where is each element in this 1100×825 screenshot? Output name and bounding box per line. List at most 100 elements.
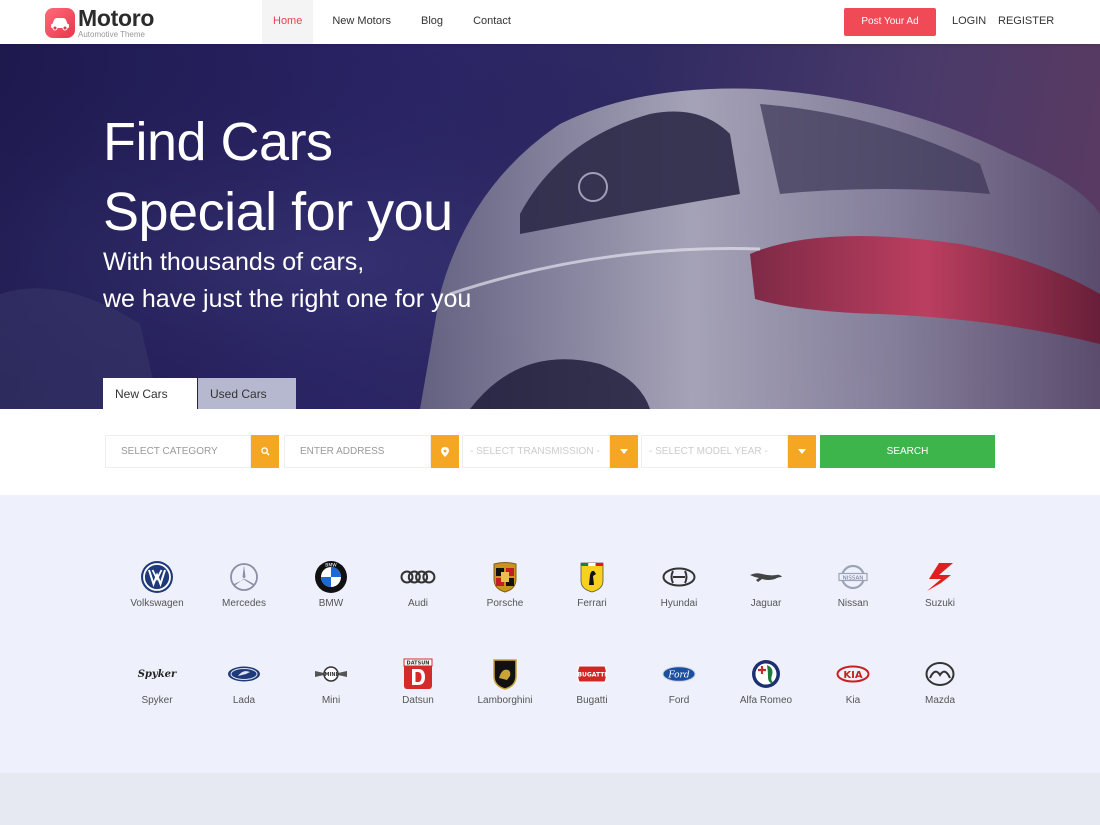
svg-text:KIA: KIA [843, 670, 862, 681]
brand-kia[interactable]: KIA Kia [813, 656, 893, 706]
hero-title-line-2: Special for you [103, 182, 453, 242]
tab-new-cars[interactable]: New Cars [103, 378, 197, 409]
logo-tagline: Automotive Theme [78, 30, 145, 39]
category-select[interactable]: SELECT CATEGORY [105, 435, 251, 468]
post-ad-button[interactable]: Post Your Ad [844, 8, 936, 36]
search-icon [260, 447, 270, 456]
svg-text:BUGATTI: BUGATTI [577, 672, 606, 679]
brand-name: Jaguar [750, 598, 782, 609]
hero-subtitle-line-2: we have just the right one for you [103, 285, 472, 313]
brand-grid: Volkswagen Mercedes BMW BMW Audi Porsche… [0, 495, 1100, 773]
brand-name: Spyker [141, 695, 173, 706]
brand-mini[interactable]: MINI Mini [291, 656, 371, 706]
svg-text:NISSAN: NISSAN [843, 575, 864, 581]
mazda-logo-icon [925, 662, 955, 686]
volkswagen-logo-icon [141, 561, 173, 593]
kia-logo-icon: KIA [836, 665, 870, 683]
search-tabs: New Cars Used Cars [103, 378, 296, 409]
brand-bugatti[interactable]: BUGATTI Bugatti [552, 656, 632, 706]
nav-new-motors[interactable]: New Motors [321, 0, 402, 44]
datsun-logo-icon: DATSUN [403, 658, 433, 689]
brand-name: Volkswagen [130, 598, 184, 609]
hero-subtitle: With thousands of cars, we have just the… [103, 244, 471, 318]
brand-name: Ford [668, 695, 690, 706]
audi-logo-icon [400, 570, 436, 584]
transmission-dropdown-toggle[interactable] [610, 435, 638, 468]
hero-banner: Find Cars Special for you With thousands… [0, 44, 1100, 409]
suzuki-logo-icon [927, 563, 953, 591]
brand-ford[interactable]: Ford Ford [639, 656, 719, 706]
brand-jaguar[interactable]: Jaguar [726, 559, 806, 609]
login-link[interactable]: LOGIN [952, 15, 986, 27]
brand-name: Kia [845, 695, 861, 706]
chevron-down-icon [620, 449, 628, 454]
hero-title: Find Cars Special for you [103, 107, 453, 247]
search-form: SELECT CATEGORY ENTER ADDRESS - SELECT T… [0, 409, 1100, 495]
ford-logo-icon: Ford [662, 666, 696, 682]
brand-name: Datsun [402, 695, 434, 706]
svg-text:MINI: MINI [325, 672, 338, 678]
car-logo-icon [45, 8, 75, 38]
brand-audi[interactable]: Audi [378, 559, 458, 609]
brand-ferrari[interactable]: Ferrari [552, 559, 632, 609]
tab-used-cars[interactable]: Used Cars [198, 378, 296, 409]
brand-name: Alfa Romeo [739, 695, 793, 706]
brand-nissan[interactable]: NISSAN Nissan [813, 559, 893, 609]
transmission-select[interactable]: - SELECT TRANSMISSION - [462, 435, 610, 468]
hyundai-logo-icon [662, 567, 696, 587]
address-location-button[interactable] [431, 435, 459, 468]
brand-name: Mercedes [222, 598, 266, 609]
brand-volkswagen[interactable]: Volkswagen [117, 559, 197, 609]
nav-contact[interactable]: Contact [462, 0, 522, 44]
brand-mazda[interactable]: Mazda [900, 656, 980, 706]
footer-strip [0, 773, 1100, 825]
bmw-logo-icon: BMW [315, 561, 347, 593]
brand-lada[interactable]: Lada [204, 656, 284, 706]
brand-name: Lamborghini [477, 695, 533, 706]
brand-suzuki[interactable]: Suzuki [900, 559, 980, 609]
brand-porsche[interactable]: Porsche [465, 559, 545, 609]
brand-name: Ferrari [577, 598, 607, 609]
lamborghini-logo-icon [493, 659, 517, 690]
brand-name: Audi [407, 598, 428, 609]
brand-name: Porsche [486, 598, 524, 609]
brand-name: Lada [232, 695, 256, 706]
brand-name: Nissan [837, 598, 869, 609]
svg-text:BMW: BMW [325, 563, 337, 569]
mercedes-logo-icon [230, 563, 258, 591]
model-year-dropdown-toggle[interactable] [788, 435, 816, 468]
brand-datsun[interactable]: DATSUN Datsun [378, 656, 458, 706]
spyker-logo-icon: Spyker [138, 669, 177, 680]
category-search-button[interactable] [251, 435, 279, 468]
ferrari-logo-icon [580, 562, 604, 593]
brand-name: Mazda [924, 695, 955, 706]
hero-title-line-1: Find Cars [103, 112, 333, 172]
address-input[interactable]: ENTER ADDRESS [284, 435, 431, 468]
svg-text:Spyker: Spyker [138, 669, 177, 680]
mini-logo-icon: MINI [315, 666, 347, 682]
svg-text:Ford: Ford [667, 671, 689, 681]
hero-subtitle-line-1: With thousands of cars, [103, 248, 365, 276]
brand-name: Bugatti [576, 695, 608, 706]
brand-hyundai[interactable]: Hyundai [639, 559, 719, 609]
nav-blog[interactable]: Blog [410, 0, 454, 44]
map-pin-icon [441, 446, 449, 457]
alfa-romeo-logo-icon [752, 660, 780, 688]
brand-bmw[interactable]: BMW BMW [291, 559, 371, 609]
brand-lamborghini[interactable]: Lamborghini [465, 656, 545, 706]
model-year-select[interactable]: - SELECT MODEL YEAR - [641, 435, 788, 468]
porsche-logo-icon [493, 562, 517, 593]
main-nav: Home New Motors Blog Contact [262, 0, 530, 44]
brand-alfa-romeo[interactable]: Alfa Romeo [726, 656, 806, 706]
logo-name: Motoro [78, 5, 155, 31]
site-logo[interactable]: Motoro Automotive Theme [45, 7, 154, 39]
brand-mercedes[interactable]: Mercedes [204, 559, 284, 609]
brand-spyker[interactable]: Spyker Spyker [117, 656, 197, 706]
chevron-down-icon [798, 449, 806, 454]
nav-home[interactable]: Home [262, 0, 314, 44]
register-link[interactable]: REGISTER [998, 15, 1054, 27]
brand-name: BMW [318, 598, 344, 609]
brand-name: Mini [321, 695, 341, 706]
search-button[interactable]: SEARCH [820, 435, 995, 468]
lada-logo-icon [228, 666, 260, 682]
